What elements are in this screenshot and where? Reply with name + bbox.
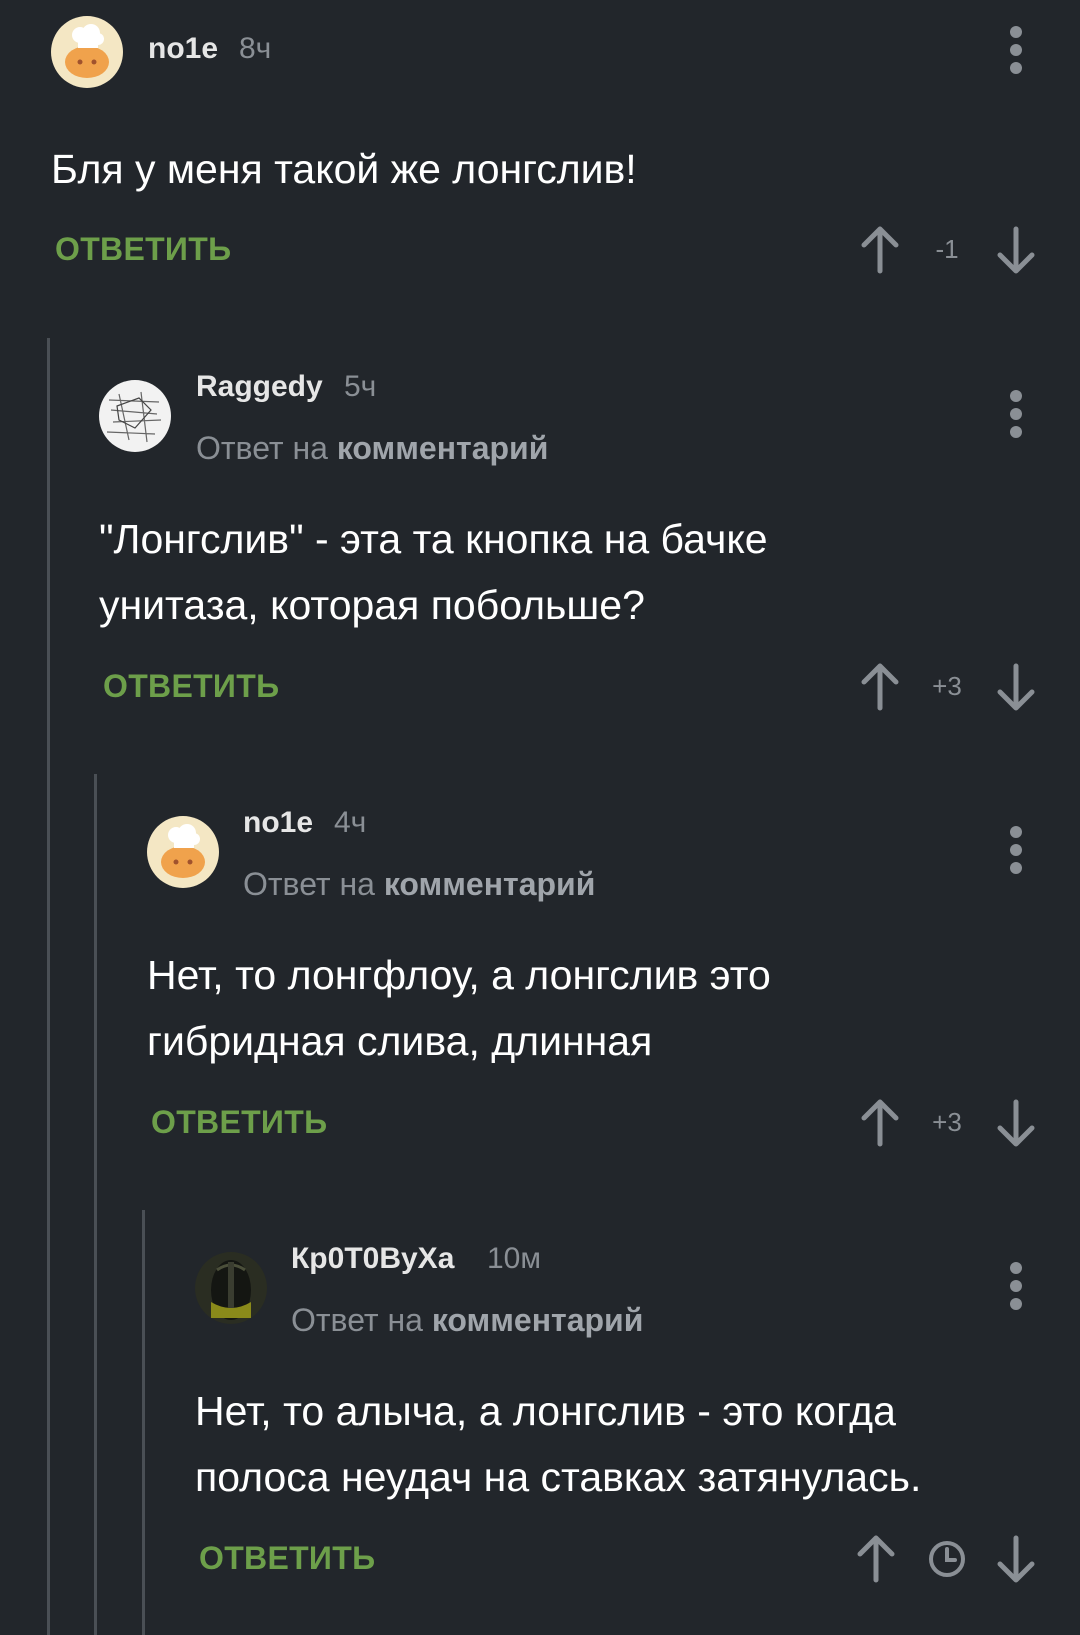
username[interactable]: Кр0Т0ВуХа [291,1242,454,1276]
reply-to-link[interactable]: комментарий [337,430,549,466]
comment-text: Бля у меня такой же лонгслив! [51,146,637,192]
more-options-icon[interactable] [1006,824,1026,876]
downvote-arrow-icon[interactable] [994,1098,1038,1148]
reply-to-link[interactable]: комментарий [432,1302,644,1338]
comment-text-line: полоса неудач на ставках затянулась. [195,1454,922,1500]
upvote-arrow-icon[interactable] [858,662,902,712]
comment-text: Нет, то лонгфлоу, а лонгслив это гибридн… [147,942,771,1074]
reply-button[interactable]: ОТВЕТИТЬ [103,668,279,705]
comment-time: 4ч [334,806,367,839]
comment-text-line: унитаза, которая побольше? [99,582,645,628]
more-options-icon[interactable] [1006,24,1026,76]
reply-to-prefix: Ответ на [291,1302,423,1338]
vote-score: +3 [932,1107,962,1137]
vote-score: -1 [935,234,959,264]
clock-icon [929,1541,965,1577]
comment-time: 10м [487,1242,541,1275]
comment-time: 5ч [344,370,377,403]
comment-text-line: "Лонгслив" - эта та кнопка на бачке [99,516,768,562]
reply-to-prefix: Ответ на [196,430,328,466]
reply-button[interactable]: ОТВЕТИТЬ [55,231,231,268]
downvote-arrow-icon[interactable] [994,662,1038,712]
username[interactable]: Raggedy [196,370,323,404]
reply-to-link[interactable]: комментарий [384,866,596,902]
username[interactable]: no1e [148,32,218,66]
reply-to-line: Ответ на комментарий [243,866,595,903]
reply-button[interactable]: ОТВЕТИТЬ [199,1540,375,1577]
comment-text-line: Нет, то лонгфлоу, а лонгслив это [147,952,771,998]
downvote-arrow-icon[interactable] [994,225,1038,275]
thread-line-level-2 [94,774,97,1635]
downvote-arrow-icon[interactable] [994,1534,1038,1584]
vote-score: +3 [932,671,962,701]
reply-to-prefix: Ответ на [243,866,375,902]
comment-text: Нет, то алыча, а лонгслив - это когда по… [195,1378,921,1510]
reply-button[interactable]: ОТВЕТИТЬ [151,1104,327,1141]
upvote-arrow-icon[interactable] [858,225,902,275]
upvote-arrow-icon[interactable] [854,1534,898,1584]
avatar[interactable] [99,380,171,452]
thread-line-level-1 [47,338,50,1635]
reply-to-line: Ответ на комментарий [291,1302,643,1339]
more-options-icon[interactable] [1006,388,1026,440]
more-options-icon[interactable] [1006,1260,1026,1312]
comment-time: 8ч [239,32,272,65]
thread-line-level-3 [142,1210,145,1635]
upvote-arrow-icon[interactable] [858,1098,902,1148]
username[interactable]: no1e [243,806,313,840]
comment-text-line: гибридная слива, длинная [147,1018,653,1064]
avatar[interactable] [51,16,123,88]
comment-text-line: Нет, то алыча, а лонгслив - это когда [195,1388,896,1434]
avatar[interactable] [147,816,219,888]
comment-text: "Лонгслив" - эта та кнопка на бачке унит… [99,506,768,638]
reply-to-line: Ответ на комментарий [196,430,548,467]
avatar[interactable] [195,1252,267,1324]
